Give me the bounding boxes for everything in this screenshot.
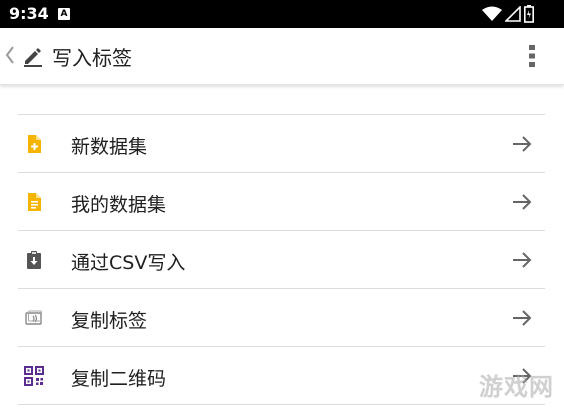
menu-item-copy-qr[interactable]: 复制二维码 [18, 347, 545, 405]
chevron-left-icon[interactable] [4, 44, 16, 66]
clipboard-download-icon [27, 251, 41, 269]
arrow-right-icon [513, 136, 532, 152]
new-file-icon [28, 135, 41, 153]
nfc-card-icon [25, 310, 42, 325]
menu-item-copy-tag[interactable]: 复制标签 [18, 289, 545, 347]
notification-a-icon: A [58, 8, 70, 20]
more-vert-icon[interactable] [528, 43, 536, 69]
menu-item-my-datasets[interactable]: 我的数据集 [18, 173, 545, 231]
arrow-right-icon [513, 310, 532, 326]
arrow-right-icon [513, 194, 532, 210]
menu-item-label: 复制二维码 [71, 368, 167, 390]
status-bar: 9:34 A [0, 0, 564, 28]
watermark: 游戏网 [479, 373, 554, 401]
menu-item-label: 新数据集 [71, 136, 148, 158]
status-icons [482, 5, 534, 23]
document-icon [28, 193, 41, 211]
status-time: 9:34 [9, 4, 49, 23]
menu-item-new-dataset[interactable]: 新数据集 [18, 115, 545, 173]
menu-item-label: 我的数据集 [71, 194, 167, 216]
wifi-icon [482, 6, 502, 21]
qr-code-icon [24, 366, 44, 386]
page-title: 写入标签 [52, 46, 132, 70]
arrow-right-icon [513, 252, 532, 268]
app-bar: 写入标签 [0, 28, 564, 85]
pencil-icon [24, 48, 42, 67]
menu-item-label: 通过CSV写入 [71, 252, 186, 274]
signal-icon [505, 6, 521, 22]
menu-item-label: 复制标签 [71, 310, 148, 332]
menu-list: 新数据集 我的数据集 通过CSV写入 复制标签 复制二维码 [18, 114, 545, 405]
menu-item-write-csv[interactable]: 通过CSV写入 [18, 231, 545, 289]
battery-icon [524, 5, 534, 23]
